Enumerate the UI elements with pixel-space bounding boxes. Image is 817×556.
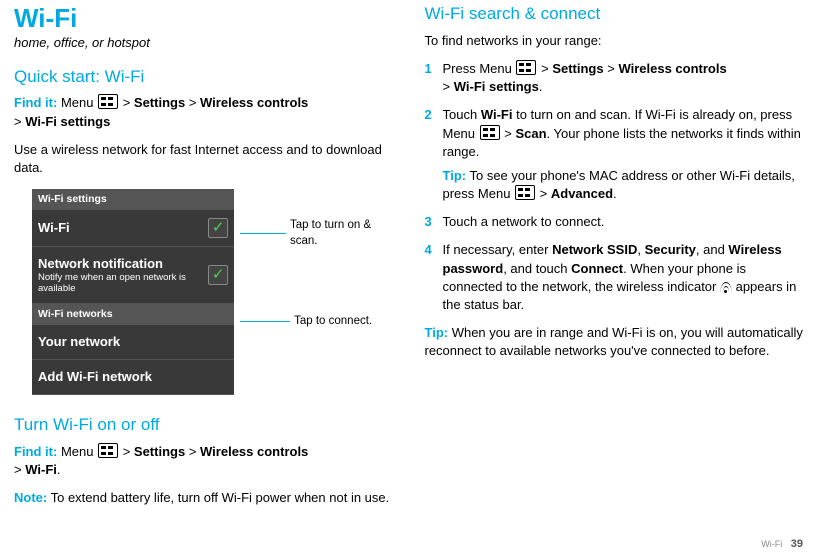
- step-2: 2 Touch Wi-Fi to turn on and scan. If Wi…: [425, 106, 804, 203]
- shot-row-notification[interactable]: Network notification Notify me when an o…: [32, 247, 234, 304]
- page-number: 39: [791, 538, 803, 550]
- heading-turn-on-off: Turn Wi-Fi on or off: [14, 413, 393, 437]
- menu-icon: [98, 443, 118, 458]
- menu-icon: [480, 125, 500, 140]
- page-footer: Wi-Fi 39: [761, 537, 803, 552]
- tagline: home, office, or hotspot: [14, 34, 393, 52]
- shot-row-your-network[interactable]: Your network: [32, 325, 234, 360]
- note-line: Note: To extend battery life, turn off W…: [14, 489, 393, 507]
- step-1: 1 Press Menu > Settings > Wireless contr…: [425, 60, 804, 96]
- checkbox-icon[interactable]: ✓: [208, 218, 228, 238]
- find-it-label: Find it:: [14, 444, 57, 459]
- step-3: 3 Touch a network to connect.: [425, 213, 804, 231]
- wifi-icon: [720, 282, 732, 292]
- menu-icon: [515, 185, 535, 200]
- heading-quick-start: Quick start: Wi-Fi: [14, 65, 393, 89]
- tip-label: Tip:: [425, 325, 449, 340]
- heading-search-connect: Wi-Fi search & connect: [425, 2, 804, 26]
- shot-row-add-network[interactable]: Add Wi-Fi network: [32, 360, 234, 395]
- right-intro: To find networks in your range:: [425, 32, 804, 50]
- callout-scan: Tap to turn on & scan.: [240, 217, 392, 249]
- page-title: Wi-Fi: [14, 0, 393, 36]
- find-it-label: Find it:: [14, 95, 57, 110]
- callout-connect: Tap to connect.: [240, 313, 392, 329]
- bottom-tip: Tip: When you are in range and Wi-Fi is …: [425, 324, 804, 360]
- note-label: Note:: [14, 490, 47, 505]
- checkbox-icon[interactable]: ✓: [208, 265, 228, 285]
- shot-row-wifi[interactable]: Wi-Fi ✓: [32, 210, 234, 247]
- intro-text: Use a wireless network for fast Internet…: [14, 141, 393, 177]
- shot-header: Wi-Fi settings: [32, 189, 234, 210]
- shot-subheader: Wi-Fi networks: [32, 304, 234, 325]
- footer-section: Wi-Fi: [761, 539, 782, 549]
- step-4: 4 If necessary, enter Network SSID, Secu…: [425, 241, 804, 314]
- tip-label: Tip:: [443, 168, 467, 183]
- find-it-line-1: Find it: Menu > Settings > Wireless cont…: [14, 94, 393, 130]
- settings-screenshot: Wi-Fi settings Wi-Fi ✓ Network notificat…: [32, 189, 234, 395]
- menu-icon: [516, 60, 536, 75]
- menu-icon: [98, 94, 118, 109]
- find-it-line-2: Find it: Menu > Settings > Wireless cont…: [14, 443, 393, 479]
